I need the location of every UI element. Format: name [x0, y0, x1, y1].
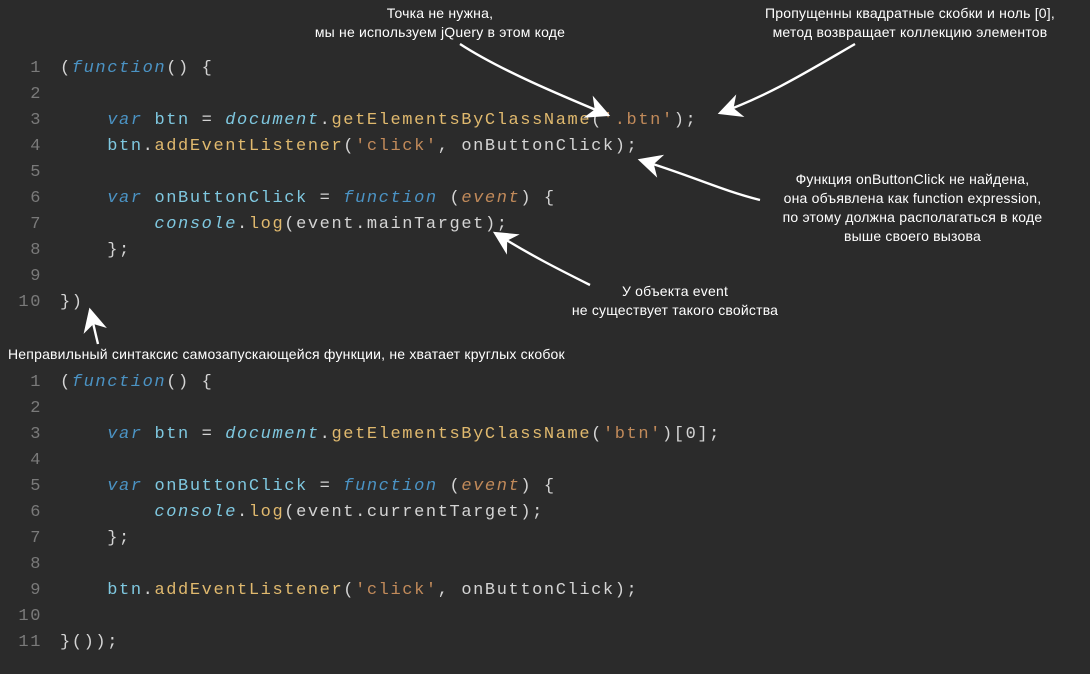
annotation-func-not-found: Функция onButtonClick не найдена, она об…: [745, 170, 1080, 246]
code-block-before: 1 (function() { 2 3 var btn = document.g…: [0, 59, 697, 319]
annotation-missing-brackets: Пропущенны квадратные скобки и ноль [0],…: [740, 4, 1080, 42]
code-line: 1 (function() {: [0, 59, 697, 85]
annotation-dot-not-needed: Точка не нужна, мы не используем jQuery …: [260, 4, 620, 42]
annotation-iife-syntax: Неправильный синтаксис самозапускающейся…: [8, 345, 688, 364]
code-block-after: 1 (function() { 2 3 var btn = document.g…: [0, 373, 721, 659]
